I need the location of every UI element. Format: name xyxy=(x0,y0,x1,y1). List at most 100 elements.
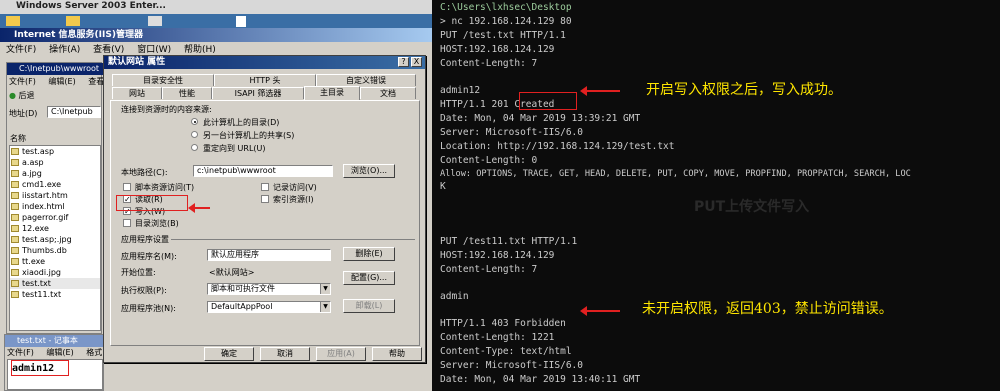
tab-home-directory[interactable]: 主目录 xyxy=(304,86,360,100)
radio-local-dir[interactable] xyxy=(191,118,198,125)
menu-item[interactable]: 格式 xyxy=(86,348,102,357)
vm-title: Windows Server 2003 Enter... xyxy=(0,0,432,14)
app-settings-heading: 应用程序设置 xyxy=(121,235,169,244)
desktop-icon[interactable] xyxy=(6,16,20,26)
file-item[interactable]: index.html xyxy=(10,201,100,212)
file-item[interactable]: test11.txt xyxy=(10,289,100,300)
apply-button[interactable]: 应用(A) xyxy=(316,347,366,361)
terminal-line: HOST:192.168.124.129 xyxy=(440,250,555,261)
notepad-menubar: 文件(F) 编辑(E) 格式 xyxy=(7,347,112,359)
desktop-icon[interactable] xyxy=(236,16,246,27)
file-icon xyxy=(11,269,19,276)
exec-perm-value: 脚本和可执行文件 xyxy=(211,284,275,293)
file-item[interactable]: Thumbs.db xyxy=(10,245,100,256)
radio-redirect-url-label: 重定向到 URL(U) xyxy=(203,144,266,153)
terminal-line: PUT /test.txt HTTP/1.1 xyxy=(440,30,566,41)
menu-item[interactable]: 操作(A) xyxy=(49,45,80,55)
home-directory-panel: 连接到资源时的内容来源: 此计算机上的目录(D) 另一台计算机上的共享(S) 重… xyxy=(110,100,420,346)
menu-item[interactable]: 文件(F) xyxy=(7,348,34,357)
terminal-line: Date: Mon, 04 Mar 2019 13:40:11 GMT xyxy=(440,374,641,385)
file-icon xyxy=(11,203,19,210)
browse-button[interactable]: 浏览(O)... xyxy=(343,164,395,178)
file-item[interactable]: 12.exe xyxy=(10,223,100,234)
log-visits-checkbox[interactable] xyxy=(261,183,269,191)
content-source-label: 连接到资源时的内容来源: xyxy=(121,105,212,114)
file-list: test.asp a.asp a.jpg cmd1.exe iisstart.h… xyxy=(9,145,101,331)
file-item[interactable]: test.txt xyxy=(10,278,100,289)
terminal-line: Content-Length: 1221 xyxy=(440,332,555,343)
menu-item[interactable]: 编辑(E) xyxy=(46,348,73,357)
log-visits-label: 记录访问(V) xyxy=(273,183,317,192)
tab-custom-errors[interactable]: 自定义错误 xyxy=(316,74,416,86)
terminal-line: Date: Mon, 04 Mar 2019 13:39:21 GMT xyxy=(440,113,641,124)
name-column-header[interactable]: 名称 xyxy=(10,133,26,144)
exec-perm-label: 执行权限(P): xyxy=(121,286,167,295)
index-resource-checkbox[interactable] xyxy=(261,195,269,203)
help-title-button[interactable]: ? xyxy=(398,57,409,67)
terminal-line: PUT /test11.txt HTTP/1.1 xyxy=(440,236,578,247)
file-item[interactable]: cmd1.exe xyxy=(10,179,100,190)
app-name-input[interactable]: 默认应用程序 xyxy=(207,249,331,261)
radio-redirect-url[interactable] xyxy=(191,144,198,151)
menu-item[interactable]: 文件(F) xyxy=(6,45,36,55)
radio-share[interactable] xyxy=(191,131,198,138)
file-item[interactable]: test.asp xyxy=(10,146,100,157)
terminal-line: Content-Length: 7 xyxy=(440,264,538,275)
address-field[interactable]: C:\Inetpub xyxy=(47,106,101,118)
iis-title: Internet 信息服务(IIS)管理器 xyxy=(0,28,432,42)
local-path-input[interactable]: c:\inetpub\wwwroot xyxy=(193,165,333,177)
menu-item[interactable]: 查看(V) xyxy=(93,45,124,55)
terminal-line: > nc 192.168.124.129 80 xyxy=(440,16,572,27)
chevron-down-icon[interactable]: ▼ xyxy=(320,284,330,294)
tab-isapi-filters[interactable]: ISAPI 筛选器 xyxy=(212,87,304,99)
file-item[interactable]: xiaodi.jpg xyxy=(10,267,100,278)
file-icon xyxy=(11,280,19,287)
unload-button[interactable]: 卸载(L) xyxy=(343,299,395,313)
tab-directory-security[interactable]: 目录安全性 xyxy=(112,74,214,86)
menu-item[interactable]: 文件(F) xyxy=(9,77,36,86)
tab-website[interactable]: 网站 xyxy=(112,87,162,99)
tab-http-headers[interactable]: HTTP 头 xyxy=(214,74,316,86)
file-item[interactable]: pagerror.gif xyxy=(10,212,100,223)
app-settings-divider xyxy=(171,239,415,240)
tab-performance[interactable]: 性能 xyxy=(162,87,212,99)
tab-documents[interactable]: 文档 xyxy=(360,87,416,99)
chevron-down-icon[interactable]: ▼ xyxy=(320,302,330,312)
dir-browse-checkbox[interactable] xyxy=(123,219,131,227)
configure-button[interactable]: 配置(G)... xyxy=(343,271,395,285)
menu-item[interactable]: 窗口(W) xyxy=(137,45,171,55)
notepad-highlight-box xyxy=(11,360,69,376)
dir-browse-label: 目录浏览(B) xyxy=(135,219,179,228)
file-item[interactable]: a.jpg xyxy=(10,168,100,179)
desktop-icon[interactable] xyxy=(66,16,80,26)
back-icon: ● xyxy=(9,91,16,100)
exec-perm-select[interactable]: 脚本和可执行文件 ▼ xyxy=(207,283,331,295)
app-pool-label: 应用程序池(N): xyxy=(121,304,176,313)
file-icon xyxy=(11,214,19,221)
script-access-checkbox[interactable] xyxy=(123,183,131,191)
app-pool-select[interactable]: DefaultAppPool ▼ xyxy=(207,301,331,313)
back-label: 后退 xyxy=(18,91,35,100)
annotation-fail: 未开启权限，返回403，禁止访问错误。 xyxy=(642,301,893,317)
menu-item[interactable]: 帮助(H) xyxy=(184,45,216,55)
radio-local-dir-label: 此计算机上的目录(D) xyxy=(203,118,280,127)
cancel-button[interactable]: 取消 xyxy=(260,347,310,361)
remove-button[interactable]: 删除(E) xyxy=(343,247,395,261)
file-item[interactable]: test.asp;.jpg xyxy=(10,234,100,245)
file-icon xyxy=(11,159,19,166)
file-icon xyxy=(11,247,19,254)
menu-item[interactable]: 编辑(E) xyxy=(48,77,75,86)
remote-desktop: Windows Server 2003 Enter... Internet 信息… xyxy=(0,0,432,391)
file-item[interactable]: a.asp xyxy=(10,157,100,168)
terminal-line: Content-Length: 7 xyxy=(440,58,538,69)
help-button[interactable]: 帮助 xyxy=(372,347,422,361)
file-icon xyxy=(11,148,19,155)
file-item[interactable]: tt.exe xyxy=(10,256,100,267)
file-item[interactable]: iisstart.htm xyxy=(10,190,100,201)
write-pointer-arrow xyxy=(188,203,210,213)
ok-button[interactable]: 确定 xyxy=(204,347,254,361)
desktop-icon[interactable] xyxy=(148,16,162,26)
terminal-line: Server: Microsoft-IIS/6.0 xyxy=(440,360,583,371)
close-title-button[interactable]: X xyxy=(411,57,422,67)
back-button[interactable]: ● 后退 xyxy=(9,90,35,101)
